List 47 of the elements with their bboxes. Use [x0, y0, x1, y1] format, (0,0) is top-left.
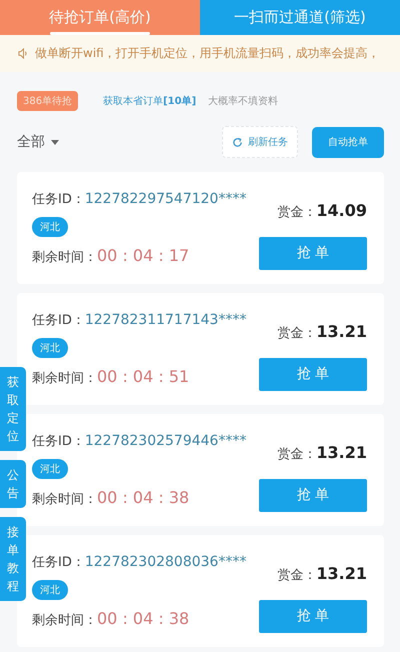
province-orders-link[interactable]: 获取本省订单[10单] [103, 94, 196, 108]
bounty-amount: 13.21 [316, 564, 367, 582]
countdown: 00 : 04 : 17 [97, 246, 190, 265]
auto-grab-button[interactable]: 自动抢单 [312, 126, 384, 158]
countdown: 00 : 04 : 38 [97, 488, 190, 507]
hint-text: 大概率不填资料 [208, 94, 278, 108]
notice-text: 做单断开wifi，打开手机定位，用手机流量扫码，成功率会提高， [35, 45, 380, 62]
side-tab[interactable]: 公告 [0, 460, 26, 508]
caret-icon [51, 140, 59, 144]
side-tab[interactable]: 获取定位 [0, 367, 26, 451]
countdown: 00 : 04 : 51 [97, 367, 190, 386]
id-label: 任务ID： [32, 191, 85, 208]
bounty-label: 赏金： [277, 204, 316, 220]
filter-dropdown[interactable]: 全部 [17, 133, 59, 151]
grab-button[interactable]: 抢 单 [259, 600, 367, 632]
countdown: 00 : 04 : 38 [97, 609, 190, 628]
region-tag: 河北 [32, 580, 68, 600]
id-label: 任务ID： [32, 312, 85, 329]
id-label: 任务ID： [32, 433, 85, 450]
refresh-icon [232, 136, 243, 148]
bounty-label: 赏金： [277, 446, 316, 462]
time-label: 剩余时间： [32, 370, 97, 387]
tab[interactable]: 一扫而过通道(筛选) [200, 0, 400, 35]
id-label: 任务ID： [32, 554, 85, 571]
bounty-amount: 13.21 [316, 442, 367, 462]
task-id: 122782297547120**** [84, 191, 246, 207]
refresh-button[interactable]: 刷新任务 [222, 126, 298, 158]
grab-button[interactable]: 抢 单 [259, 358, 367, 390]
grab-button[interactable]: 抢 单 [259, 478, 367, 512]
pending-count-badge: 386单待抢 [17, 91, 78, 111]
time-label: 剩余时间： [32, 612, 97, 629]
bounty-label: 赏金： [277, 324, 316, 342]
grab-button[interactable]: 抢 单 [259, 236, 367, 270]
bounty-amount: 14.09 [316, 200, 367, 220]
time-label: 剩余时间： [32, 249, 97, 266]
task-id: 122782311717143**** [84, 312, 246, 328]
side-tab[interactable]: 接单教程 [0, 517, 26, 601]
task-id: 122782302579446**** [84, 433, 246, 449]
region-tag: 河北 [32, 338, 68, 358]
region-tag: 河北 [32, 217, 68, 237]
task-id: 122782302808036**** [84, 554, 246, 570]
bounty-label: 赏金： [277, 566, 316, 584]
speaker-icon [18, 48, 29, 59]
bounty-amount: 13.21 [316, 322, 367, 340]
time-label: 剩余时间： [32, 491, 97, 508]
region-tag: 河北 [32, 459, 68, 479]
tab[interactable]: 待抢订单(高价) [0, 0, 200, 35]
